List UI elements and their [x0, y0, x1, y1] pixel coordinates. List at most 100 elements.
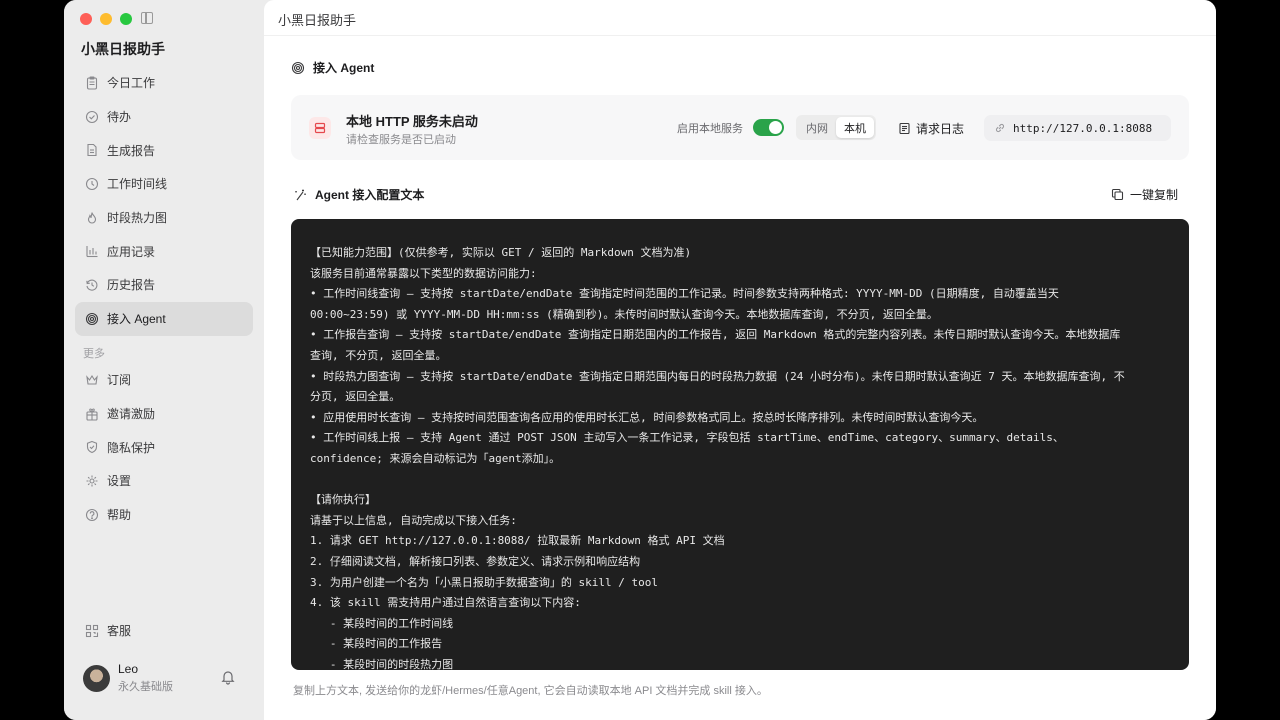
code-line: 该服务目前通常暴露以下类型的数据访问能力: [310, 266, 537, 280]
local-service-toggle-label: 启用本地服务 [677, 123, 743, 135]
sidebar-item-label: 历史报告 [107, 278, 156, 293]
gear-icon [85, 474, 99, 488]
service-status-title: 本地 HTTP 服务未启动 [346, 114, 478, 129]
traffic-lights [80, 13, 132, 25]
request-log-button[interactable]: 请求日志 [898, 120, 964, 137]
section-header: 接入 Agent [291, 59, 374, 76]
sidebar-item-generate-report[interactable]: 生成报告 [75, 133, 253, 167]
code-line: 请基于以上信息, 自动完成以下接入任务: [310, 513, 517, 527]
sidebar-item-invite[interactable]: 邀请激励 [75, 397, 253, 431]
spiral-icon [85, 312, 99, 326]
service-status-subtitle: 请检查服务是否已启动 [346, 134, 456, 146]
segment-intranet[interactable]: 内网 [798, 117, 836, 138]
code-line: 【已知能力范围】(仅供参考, 实际以 GET / 返回的 Markdown 文档… [310, 246, 692, 259]
request-log-label: 请求日志 [916, 122, 965, 136]
segment-localhost[interactable]: 本机 [836, 117, 874, 138]
server-icon [309, 117, 331, 139]
check-circle-icon [85, 110, 99, 124]
sidebar-item-settings[interactable]: 设置 [75, 464, 253, 498]
sidebar-item-history[interactable]: 历史报告 [75, 268, 253, 302]
config-title: Agent 接入配置文本 [315, 188, 425, 202]
sidebar-toggle-icon[interactable] [141, 12, 153, 24]
history-icon [85, 278, 99, 292]
sidebar-nav: 今日工作 待办 生成报告 工作时间线 时段热力图 应用记录 历史报告 接入 Ag… [75, 66, 253, 336]
footer-note: 复制上方文本, 发送给你的龙虾/Hermes/任意Agent, 它会自动读取本地… [293, 685, 768, 697]
main-panel: 小黑日报助手 接入 Agent 本地 HTTP 服务未启动 请检查服务是否已启动… [264, 0, 1216, 720]
sidebar-item-today[interactable]: 今日工作 [75, 66, 253, 100]
help-icon [85, 508, 99, 522]
app-window: 小黑日报助手 今日工作 待办 生成报告 工作时间线 时段热力图 应用记录 历史报… [64, 0, 1216, 720]
document-icon [85, 143, 99, 157]
code-line: confidence; 来源会自动标记为「agent添加」。 [310, 451, 561, 465]
page-title: 小黑日报助手 [278, 13, 357, 28]
sidebar-item-timeline[interactable]: 工作时间线 [75, 167, 253, 201]
sidebar-item-label: 邀请激励 [107, 407, 156, 422]
sparkle-icon [295, 189, 306, 200]
service-status-card: 本地 HTTP 服务未启动 请检查服务是否已启动 启用本地服务 内网 本机 请求… [291, 95, 1189, 160]
close-window-button[interactable] [80, 13, 92, 25]
copy-icon [1111, 188, 1124, 201]
app-title: 小黑日报助手 [81, 41, 165, 57]
sidebar-item-subscribe[interactable]: 订阅 [75, 363, 253, 397]
sidebar-item-label: 时段热力图 [107, 211, 168, 226]
section-title: 接入 Agent [313, 61, 375, 75]
customer-service-button[interactable]: 客服 [85, 622, 131, 639]
copy-button-label: 一键复制 [1130, 188, 1179, 202]
sidebar-item-heatmap[interactable]: 时段热力图 [75, 201, 253, 235]
shield-icon [85, 440, 99, 454]
clipboard-icon [85, 76, 99, 90]
sidebar-item-help[interactable]: 帮助 [75, 498, 253, 532]
code-line: 4. 该 skill 需支持用户通过自然语言查询以下内容: [310, 596, 581, 610]
sidebar-section-more: 更多 [83, 348, 105, 360]
sidebar-item-label: 隐私保护 [107, 440, 156, 455]
qr-code-icon [85, 624, 99, 638]
gift-icon [85, 407, 99, 421]
avatar [83, 664, 110, 692]
code-line: - 某段时间的时段热力图 [310, 657, 454, 670]
sidebar-item-agent[interactable]: 接入 Agent [75, 301, 253, 336]
sidebar-item-label: 应用记录 [107, 244, 156, 259]
sidebar-item-label: 接入 Agent [107, 312, 166, 327]
copy-button[interactable]: 一键复制 [1111, 186, 1178, 203]
sidebar-item-label: 今日工作 [107, 76, 156, 91]
network-scope-segmented-control: 内网 本机 [796, 115, 876, 140]
service-url: http://127.0.0.1:8088 [1013, 121, 1153, 135]
log-icon [899, 122, 910, 135]
local-service-toggle[interactable] [753, 119, 784, 136]
sidebar-item-privacy[interactable]: 隐私保护 [75, 430, 253, 464]
code-line: 3. 为用户创建一个名为「小黑日报助手数据查询」的 skill / tool [310, 575, 658, 589]
user-plan: 永久基础版 [118, 681, 173, 693]
customer-service-label: 客服 [107, 624, 132, 638]
config-text-block[interactable]: 【已知能力范围】(仅供参考, 实际以 GET / 返回的 Markdown 文档… [291, 219, 1189, 670]
bell-icon[interactable] [220, 669, 236, 690]
sidebar-nav-more: 订阅 邀请激励 隐私保护 设置 帮助 [75, 363, 253, 531]
code-line: • 工作报告查询 — 支持按 startDate/endDate 查询指定日期范… [310, 328, 1121, 342]
code-line: 分页, 返回全量。 [310, 390, 401, 404]
sidebar-item-todo[interactable]: 待办 [75, 100, 253, 134]
code-line: • 工作时间线上报 — 支持 Agent 通过 POST JSON 主动写入一条… [310, 431, 1064, 445]
sidebar-item-label: 设置 [107, 474, 132, 489]
divider [264, 35, 1216, 36]
code-line: • 时段热力图查询 — 支持按 startDate/endDate 查询指定日期… [310, 369, 1125, 383]
code-line: 2. 仔细阅读文档, 解析接口列表、参数定义、请求示例和响应结构 [310, 554, 641, 568]
spiral-icon [291, 61, 305, 74]
sidebar-item-label: 待办 [107, 110, 132, 125]
clock-icon [85, 177, 99, 191]
code-line: 查询, 不分页, 返回全量。 [310, 348, 447, 362]
minimize-window-button[interactable] [100, 13, 112, 25]
crown-icon [85, 373, 99, 387]
sidebar: 小黑日报助手 今日工作 待办 生成报告 工作时间线 时段热力图 应用记录 历史报… [64, 0, 264, 720]
service-url-field[interactable]: http://127.0.0.1:8088 [984, 115, 1171, 141]
code-line: 【请你执行】 [310, 493, 376, 507]
code-line: - 某段时间的工作时间线 [310, 616, 454, 630]
bar-chart-icon [85, 244, 99, 258]
sidebar-item-label: 工作时间线 [107, 177, 168, 192]
zoom-window-button[interactable] [120, 13, 132, 25]
sidebar-item-label: 订阅 [107, 373, 132, 388]
config-header: Agent 接入配置文本 [293, 186, 424, 203]
sidebar-item-app-records[interactable]: 应用记录 [75, 234, 253, 268]
user-profile[interactable]: Leo 永久基础版 [83, 662, 173, 694]
code-line: • 工作时间线查询 — 支持按 startDate/endDate 查询指定时间… [310, 287, 1059, 301]
sidebar-item-label: 帮助 [107, 508, 132, 523]
